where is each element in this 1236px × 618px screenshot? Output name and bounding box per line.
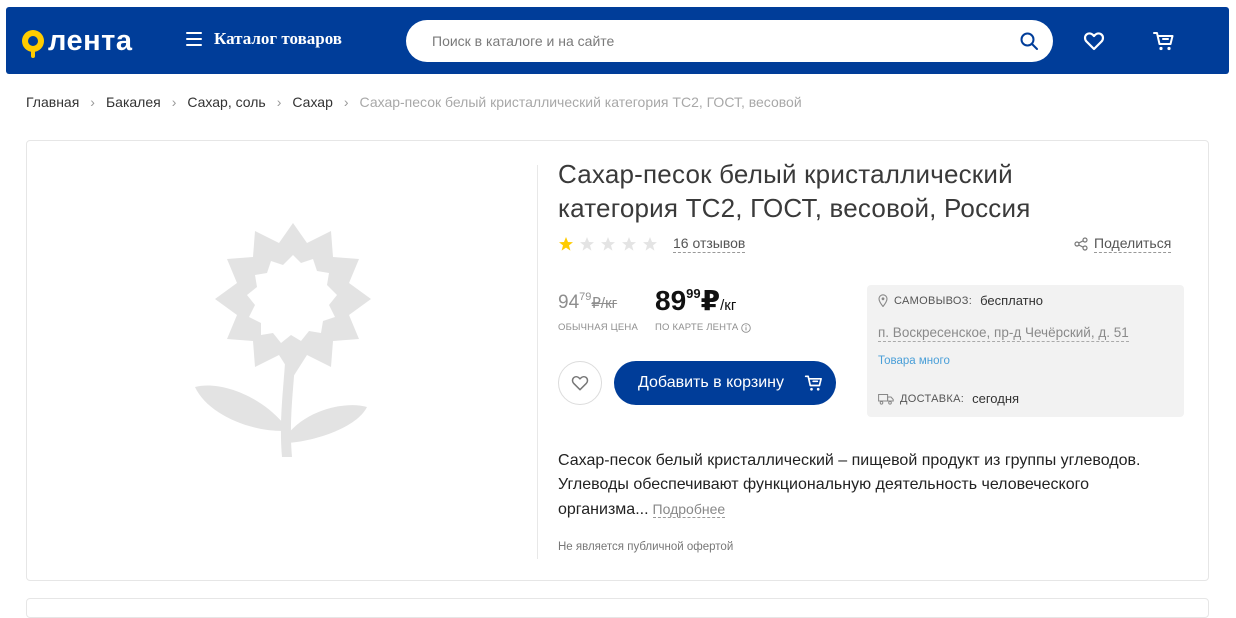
card-price-whole: 89 [655, 285, 687, 316]
breadcrumb-separator-icon: › [343, 94, 349, 110]
share-icon [1074, 237, 1088, 251]
info-icon[interactable] [741, 322, 752, 333]
delivery-info-panel: Самовывоз: бесплатно п. Воскресенское, п… [867, 285, 1184, 417]
sunflower-logo-icon [22, 30, 44, 58]
card-price-currency: ₽ [700, 285, 721, 316]
cart-icon[interactable] [1152, 29, 1176, 53]
breadcrumb-separator-icon: › [90, 94, 95, 110]
breadcrumb-grocery[interactable]: Бакалея [106, 94, 161, 110]
truck-icon [878, 393, 894, 405]
product-description: Сахар-песок белый кристаллический – пище… [558, 449, 1158, 522]
regular-price-caption: ОБЫЧНАЯ ЦЕНА [558, 322, 639, 333]
breadcrumb-home[interactable]: Главная [26, 94, 79, 110]
read-more-link[interactable]: Подробнее [652, 501, 726, 518]
column-divider [537, 165, 538, 559]
add-to-cart-button[interactable]: Добавить в корзину [614, 361, 836, 405]
heart-icon [571, 375, 589, 391]
stock-status: Товара много [878, 355, 950, 367]
location-pin-icon [878, 294, 888, 307]
cart-icon [804, 375, 822, 391]
card-price-kopecks: 99 [686, 286, 701, 301]
regular-price-kopecks: 79 [579, 291, 592, 303]
add-to-favorites-button[interactable] [558, 361, 602, 405]
reviews-link[interactable]: 16 отзывов [673, 235, 746, 253]
breadcrumb-sugar[interactable]: Сахар [292, 94, 332, 110]
regular-price: 9479₽/кг [558, 291, 617, 314]
share-button[interactable]: Поделиться [1074, 235, 1172, 253]
regular-price-whole: 94 [558, 292, 580, 313]
catalog-button[interactable]: Каталог товаров [186, 29, 342, 49]
breadcrumb-separator-icon: › [171, 94, 177, 110]
product-title: Сахар-песок белый кристаллический катего… [558, 159, 1031, 223]
card-price-caption-text: ПО КАРТЕ ЛЕНТА [655, 322, 739, 333]
catalog-label: Каталог товаров [214, 29, 342, 48]
next-section-card [26, 598, 1209, 618]
breadcrumb: Главная › Бакалея › Сахар, соль › Сахар … [26, 94, 802, 110]
add-to-cart-label: Добавить в корзину [638, 374, 785, 391]
star-empty-icon [643, 237, 657, 251]
offer-disclaimer: Не является публичной офертой [558, 541, 734, 553]
product-card: Сахар-песок белый кристаллический катего… [26, 140, 1209, 581]
breadcrumb-current: Сахар-песок белый кристаллический катего… [359, 94, 802, 110]
search-input[interactable] [406, 20, 986, 62]
star-empty-icon [601, 237, 615, 251]
pickup-address-link[interactable]: п. Воскресенское, пр-д Чечёрский, д. 51 [878, 325, 1129, 342]
site-header: лента Каталог товаров [6, 7, 1229, 74]
delivery-value: сегодня [972, 391, 1020, 406]
breadcrumb-separator-icon: › [276, 94, 282, 110]
favorites-heart-icon[interactable] [1082, 29, 1106, 53]
search-icon[interactable] [1019, 31, 1039, 51]
star-empty-icon [580, 237, 594, 251]
logo-text: лента [48, 24, 133, 57]
pickup-value: бесплатно [980, 293, 1044, 308]
product-rating: 16 отзывов [558, 235, 746, 253]
card-price-caption: ПО КАРТЕ ЛЕНТА [655, 322, 752, 333]
regular-price-unit: ₽/кг [591, 295, 618, 312]
breadcrumb-sugar-salt[interactable]: Сахар, соль [187, 94, 265, 110]
delivery-label: Доставка: [900, 392, 965, 405]
pickup-row: Самовывоз: бесплатно [878, 293, 1043, 308]
search-bar [406, 20, 1053, 62]
star-empty-icon [622, 237, 636, 251]
star-filled-icon [559, 237, 573, 251]
product-image-placeholder-icon [195, 223, 371, 457]
menu-icon [186, 32, 202, 46]
pickup-label: Самовывоз: [894, 294, 973, 307]
share-label: Поделиться [1094, 235, 1172, 253]
delivery-row: Доставка: сегодня [878, 391, 1019, 406]
card-price: 8999₽/кг [655, 284, 736, 317]
lenta-logo[interactable]: лента [22, 24, 133, 58]
card-price-per: /кг [720, 297, 737, 314]
description-text: Сахар-песок белый кристаллический – пище… [558, 452, 1141, 518]
